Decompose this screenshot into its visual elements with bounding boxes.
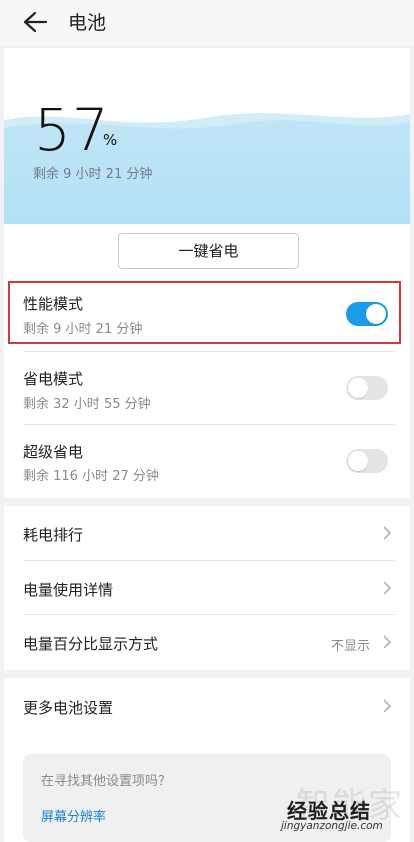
one-tap-power-save-button[interactable]: 一键省电 [118, 233, 299, 269]
chevron-right-icon [383, 526, 392, 540]
watermark-url: jingyanzongjie.com [281, 820, 383, 832]
divider [23, 560, 395, 561]
divider [23, 614, 395, 615]
suggestion-question: 在寻找其他设置项吗？ [41, 774, 172, 789]
chevron-right-icon [383, 699, 392, 713]
power-save-mode-toggle[interactable] [346, 376, 388, 400]
percent-sign: % [103, 131, 118, 149]
mode-row-ultra-save[interactable]: 超级省电 剩余 116 小时 27 分钟 [4, 425, 410, 497]
mode-subtitle: 剩余 116 小时 27 分钟 [23, 469, 159, 484]
battery-percentage: 57 [34, 96, 110, 164]
chevron-right-icon [383, 635, 392, 649]
toggle-knob [348, 451, 368, 471]
mode-subtitle: 剩余 32 小时 55 分钟 [23, 397, 151, 412]
page-title: 电池 [68, 12, 107, 34]
chevron-right-icon [383, 581, 392, 595]
title-bar: 电池 [0, 0, 414, 46]
menu-item-more-battery-settings[interactable]: 更多电池设置 [23, 697, 113, 718]
menu-item-usage-details[interactable]: 电量使用详情 [23, 579, 113, 600]
ultra-power-save-toggle[interactable] [346, 449, 388, 473]
percentage-display-value: 不显示 [331, 639, 371, 654]
suggestion-link-screen-resolution[interactable]: 屏幕分辨率 [41, 806, 106, 825]
mode-row-power-save[interactable]: 省电模式 剩余 32 小时 55 分钟 [4, 352, 410, 424]
battery-settings-page: 电池 57 % 剩余 9 小时 21 分钟 一键省电 性能模式 剩余 9 小时 … [0, 0, 414, 842]
mode-title: 超级省电 [23, 443, 84, 461]
back-arrow-icon[interactable] [22, 10, 48, 34]
toggle-knob [348, 378, 368, 398]
highlight-box [8, 281, 401, 344]
mode-title: 省电模式 [23, 370, 84, 388]
menu-item-percentage-display[interactable]: 电量百分比显示方式 [23, 633, 158, 654]
menu-item-power-ranking[interactable]: 耗电排行 [23, 524, 83, 545]
battery-remaining-time: 剩余 9 小时 21 分钟 [33, 167, 153, 182]
